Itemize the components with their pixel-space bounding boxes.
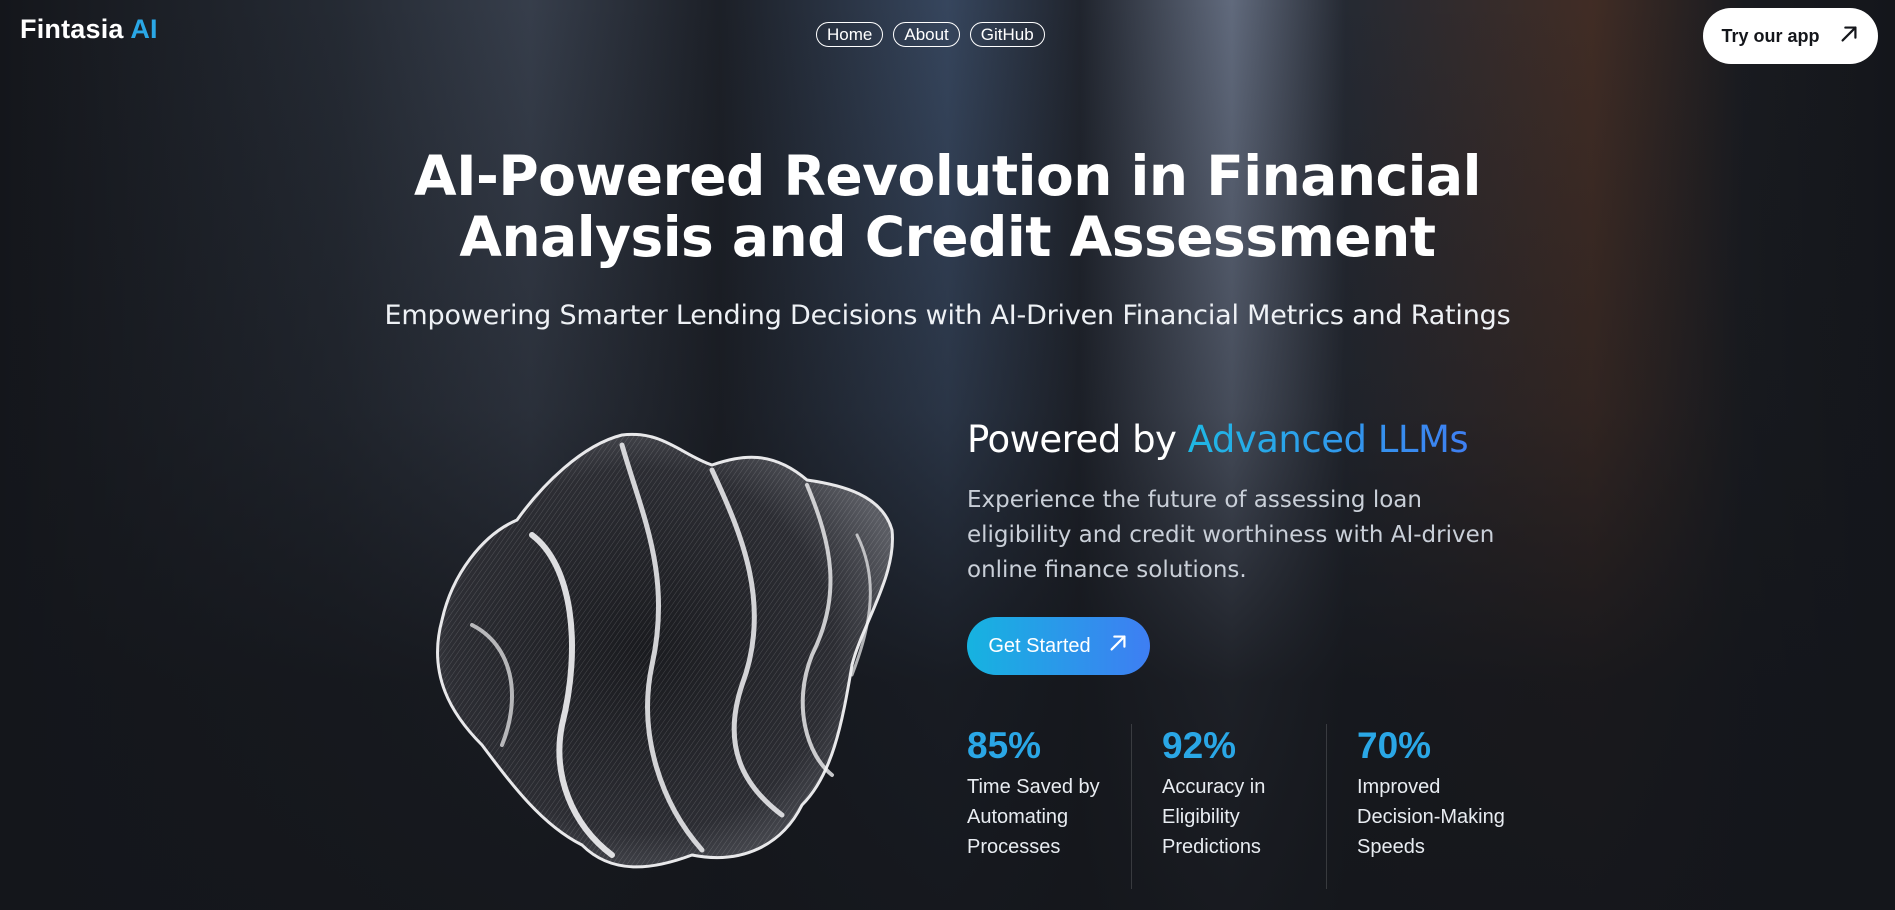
stat-divider xyxy=(1131,724,1132,889)
arrow-up-right-icon xyxy=(1838,23,1860,50)
arrow-up-right-icon xyxy=(1107,632,1129,660)
stat-label: Time Saved by Automating Processes xyxy=(967,776,1100,858)
top-nav: Home About GitHub xyxy=(816,22,1045,47)
stat-item: 70% Improved Decision-Making Speeds xyxy=(1357,724,1552,862)
abstract-wave-graphic xyxy=(436,432,894,869)
stat-item: 85% Time Saved by Automating Processes xyxy=(967,724,1162,862)
get-started-label: Get Started xyxy=(988,634,1091,657)
feature-heading-prefix: Powered by xyxy=(967,418,1177,461)
nav-about[interactable]: About xyxy=(893,22,960,47)
feature-description: Experience the future of assessing loan … xyxy=(967,487,1495,583)
hero-title: AI-Powered Revolution in Financial Analy… xyxy=(0,146,1895,268)
stat-label: Improved Decision-Making Speeds xyxy=(1357,776,1505,858)
hero-subtitle: Empowering Smarter Lending Decisions wit… xyxy=(384,300,1511,331)
stat-divider xyxy=(1326,724,1327,889)
try-our-app-label: Try our app xyxy=(1721,25,1820,46)
hero-title-line-1: AI-Powered Revolution in Financial xyxy=(414,144,1481,208)
landing-page: Fintasia AI Home About GitHub Try our ap… xyxy=(0,0,1895,910)
stat-value: 85% xyxy=(967,725,1042,766)
stat-label: Accuracy in Eligibility Predictions xyxy=(1162,776,1266,858)
brand-accent: AI xyxy=(130,14,158,44)
stats-row: 85% Time Saved by Automating Processes 9… xyxy=(967,724,1552,862)
hero-title-line-2: Analysis and Credit Assessment xyxy=(459,205,1436,269)
feature-heading-highlight: Advanced LLMs xyxy=(1187,418,1469,461)
stat-value: 70% xyxy=(1357,725,1432,766)
try-our-app-button[interactable]: Try our app xyxy=(1703,8,1878,64)
feature-heading: Powered by Advanced LLMs xyxy=(967,418,1469,461)
stat-value: 92% xyxy=(1162,725,1237,766)
get-started-button[interactable]: Get Started xyxy=(967,617,1150,675)
brand-logo[interactable]: Fintasia AI xyxy=(20,14,158,45)
stat-item: 92% Accuracy in Eligibility Predictions xyxy=(1162,724,1357,862)
brand-name: Fintasia xyxy=(20,14,124,44)
nav-github[interactable]: GitHub xyxy=(969,22,1045,47)
nav-home[interactable]: Home xyxy=(816,22,884,47)
